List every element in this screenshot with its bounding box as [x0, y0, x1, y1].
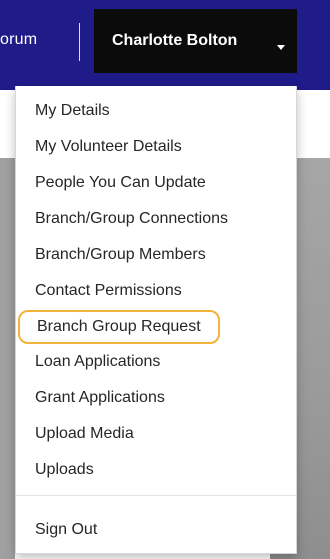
- menu-item-loan-applications[interactable]: Loan Applications: [35, 352, 160, 372]
- user-menu-toggle[interactable]: Charlotte Bolton: [94, 9, 297, 73]
- nav-link-forum[interactable]: orum: [0, 30, 37, 50]
- menu-item-my-details[interactable]: My Details: [35, 101, 110, 121]
- caret-down-icon: [277, 45, 285, 50]
- menu-item-contact-permissions[interactable]: Contact Permissions: [35, 281, 182, 301]
- menu-item-branch-group-members[interactable]: Branch/Group Members: [35, 245, 206, 265]
- menu-item-grant-applications[interactable]: Grant Applications: [35, 388, 165, 408]
- menu-item-branch-group-request[interactable]: Branch Group Request: [18, 310, 220, 344]
- menu-item-my-volunteer-details[interactable]: My Volunteer Details: [35, 137, 182, 157]
- page-background-left: [0, 158, 15, 559]
- top-navbar: orum Charlotte Bolton: [0, 0, 330, 90]
- menu-item-people-you-can-update[interactable]: People You Can Update: [35, 173, 206, 193]
- menu-item-uploads[interactable]: Uploads: [35, 460, 94, 480]
- menu-divider: [16, 495, 296, 496]
- nav-divider: [79, 23, 80, 61]
- user-dropdown-menu: My Details My Volunteer Details People Y…: [15, 86, 297, 554]
- user-name: Charlotte Bolton: [112, 32, 238, 49]
- menu-item-upload-media[interactable]: Upload Media: [35, 424, 134, 444]
- menu-item-branch-group-connections[interactable]: Branch/Group Connections: [35, 209, 228, 229]
- menu-item-sign-out[interactable]: Sign Out: [35, 520, 97, 540]
